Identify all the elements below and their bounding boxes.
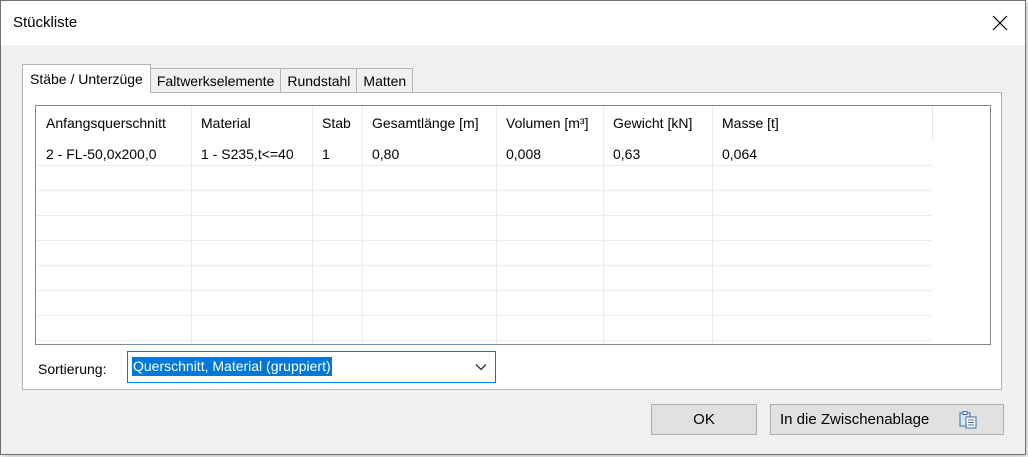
column-header[interactable]: Gewicht [kN] [613, 115, 692, 131]
title-bar: Stückliste [1, 1, 1025, 45]
column-header[interactable]: Masse [t] [722, 115, 779, 131]
ok-button[interactable]: OK [651, 404, 757, 435]
column-header[interactable]: Material [201, 115, 251, 131]
close-button[interactable] [983, 7, 1017, 39]
column-header[interactable]: Stab [322, 115, 351, 131]
column-header[interactable]: Volumen [m³] [506, 115, 588, 131]
tab-panel: Anfangsquerschnitt Material Stab Gesamtläng… [22, 92, 1002, 390]
copy-to-clipboard-button[interactable]: In die Zwischenablage [770, 404, 1004, 435]
table-grid [36, 106, 933, 344]
column-header[interactable]: Gesamtlänge [m] [372, 115, 479, 131]
tab-staebe-unterzuege[interactable]: Stäbe / Unterzüge [22, 64, 151, 93]
table-cell[interactable]: 0,80 [372, 146, 399, 162]
sort-label: Sortierung: [38, 361, 107, 377]
chevron-down-icon [475, 364, 487, 371]
clipboard-copy-icon [959, 411, 977, 429]
table-cell[interactable]: 1 [322, 146, 330, 162]
copy-to-clipboard-label: In die Zwischenablage [780, 411, 930, 428]
close-icon [992, 15, 1008, 31]
column-header[interactable]: Anfangsquerschnitt [46, 115, 166, 131]
table-cell[interactable]: 0,63 [613, 146, 640, 162]
table-cell[interactable]: 1 - S235,t<=40 [201, 146, 294, 162]
tab-rundstahl[interactable]: Rundstahl [280, 68, 358, 93]
table-cell[interactable]: 0,064 [722, 146, 757, 162]
tab-strip: Stäbe / Unterzüge Faltwerkselemente Rund… [22, 64, 414, 93]
table-cell[interactable]: 0,008 [506, 146, 541, 162]
sort-dropdown[interactable]: Querschnitt, Material (gruppiert) [127, 351, 496, 383]
window-title: Stückliste [13, 14, 78, 31]
sort-selected-value: Querschnitt, Material (gruppiert) [132, 357, 332, 376]
tab-matten[interactable]: Matten [356, 68, 414, 93]
table-cell[interactable]: 2 - FL-50,0x200,0 [46, 146, 157, 162]
stueckliste-dialog: Stückliste Stäbe / Unterzüge Faltwerksel… [0, 0, 1026, 455]
tab-faltwerkselemente[interactable]: Faltwerkselemente [149, 68, 282, 93]
parts-list-table[interactable]: Anfangsquerschnitt Material Stab Gesamtläng… [35, 105, 991, 345]
